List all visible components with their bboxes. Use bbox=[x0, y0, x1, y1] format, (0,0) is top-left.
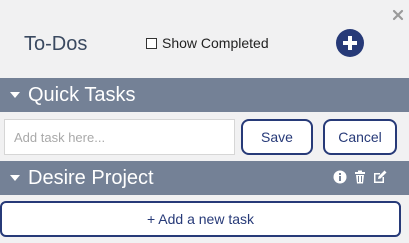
info-icon[interactable] bbox=[333, 170, 347, 184]
cancel-button[interactable]: Cancel bbox=[323, 119, 397, 155]
add-task-input[interactable] bbox=[4, 119, 235, 155]
project-actions bbox=[327, 170, 387, 184]
close-icon[interactable] bbox=[392, 9, 404, 21]
save-button[interactable]: Save bbox=[241, 119, 313, 155]
add-new-task-button[interactable]: + Add a new task bbox=[0, 201, 401, 237]
show-completed-toggle[interactable]: Show Completed bbox=[146, 35, 269, 51]
section-title-desire-project: Desire Project bbox=[28, 166, 154, 189]
show-completed-checkbox[interactable] bbox=[146, 37, 157, 49]
section-quick-tasks: Quick Tasks bbox=[0, 78, 409, 112]
todos-panel: To-Dos Show Completed Quick Tasks Save C… bbox=[0, 0, 409, 243]
show-completed-label: Show Completed bbox=[162, 35, 269, 51]
section-desire-project: Desire Project bbox=[0, 161, 409, 195]
edit-icon[interactable] bbox=[373, 170, 387, 184]
caret-down-icon[interactable] bbox=[10, 175, 20, 181]
plus-circle-icon[interactable] bbox=[336, 29, 364, 57]
caret-down-icon[interactable] bbox=[10, 92, 20, 98]
page-title: To-Dos bbox=[24, 33, 88, 55]
trash-icon[interactable] bbox=[353, 170, 367, 184]
panel-header: To-Dos Show Completed bbox=[0, 0, 409, 78]
section-title-quick-tasks: Quick Tasks bbox=[28, 83, 136, 106]
